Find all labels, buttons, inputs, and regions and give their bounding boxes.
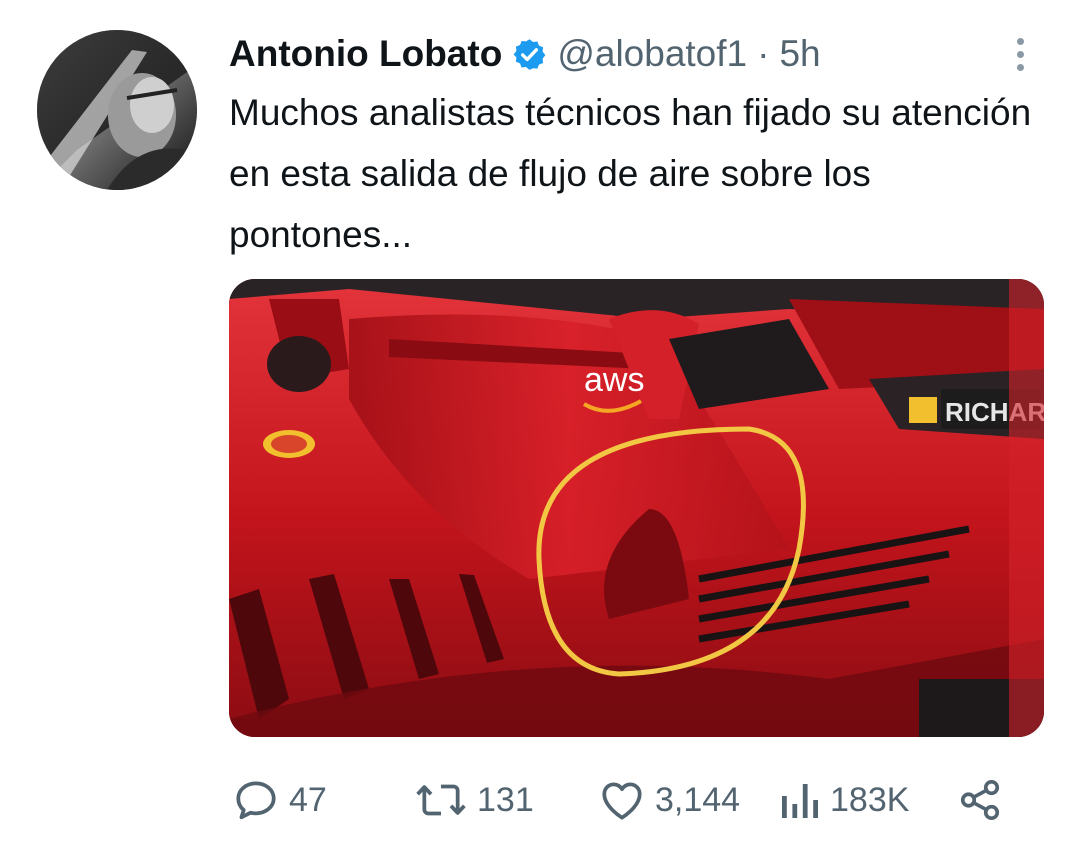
like-button[interactable]: 3,144	[597, 770, 740, 830]
tweet-media-image[interactable]: aws RICHARD	[229, 279, 1044, 737]
views-chart-icon	[782, 784, 818, 818]
author-name[interactable]: Antonio Lobato	[229, 33, 502, 75]
author-handle[interactable]: @alobatof1	[557, 33, 747, 75]
avatar-photo	[37, 30, 197, 190]
tweet-timestamp[interactable]: 5h	[779, 33, 820, 75]
retweet-button[interactable]: 131	[413, 770, 534, 830]
share-icon	[960, 779, 1000, 821]
views-count: 183K	[830, 780, 910, 819]
heart-icon	[602, 782, 642, 820]
verified-badge-icon	[512, 37, 547, 72]
tweet-header: Antonio Lobato @alobatof1 · 5h	[229, 26, 821, 82]
like-count: 3,144	[655, 780, 741, 819]
more-options-icon[interactable]	[1005, 24, 1035, 84]
ferrari-f1-car-photo: aws RICHARD	[229, 279, 1044, 737]
views-button[interactable]: 183K	[778, 770, 909, 830]
retweet-icon	[416, 784, 466, 816]
tweet-actions-bar: 47 131 3,144 183K	[229, 770, 1044, 830]
author-avatar[interactable]	[37, 30, 197, 190]
reply-icon	[236, 781, 276, 820]
separator-dot: ·	[757, 33, 770, 74]
retweet-count: 131	[477, 780, 534, 819]
reply-button[interactable]: 47	[231, 770, 327, 830]
tweet-text: Muchos analistas técnicos han fijado su …	[229, 92, 1032, 255]
aws-logo-text: aws	[584, 361, 644, 399]
share-button[interactable]	[957, 770, 1003, 830]
reply-count: 47	[289, 780, 327, 819]
